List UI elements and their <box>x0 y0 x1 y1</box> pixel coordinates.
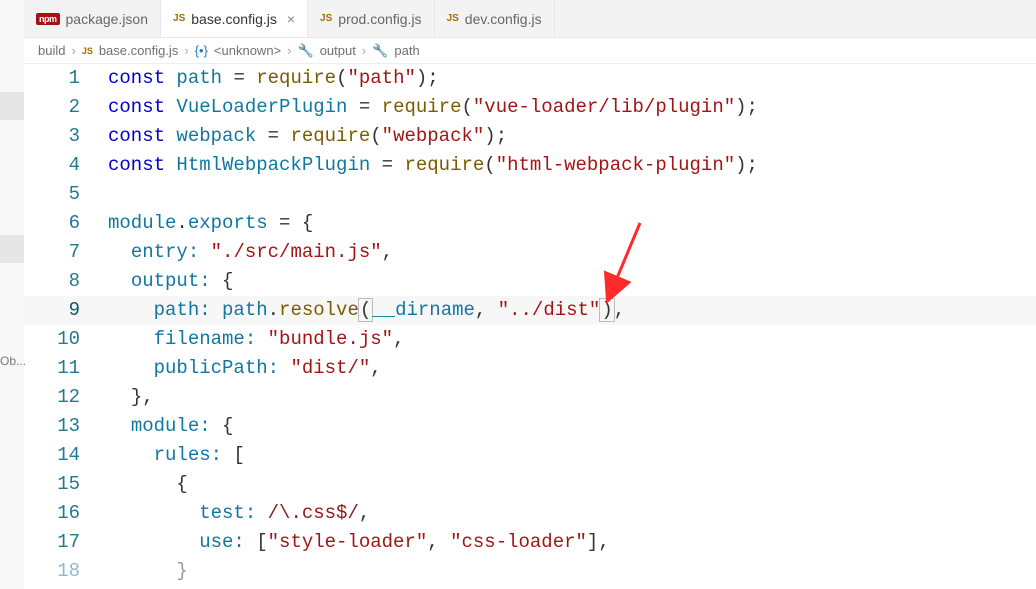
code-line[interactable]: 5 <box>24 180 1036 209</box>
code-line[interactable]: 15 { <box>24 470 1036 499</box>
line-number: 11 <box>24 354 108 383</box>
code-line[interactable]: 18 } <box>24 557 1036 586</box>
tab-label: base.config.js <box>191 11 277 27</box>
line-number: 3 <box>24 122 108 151</box>
activity-bar <box>0 0 24 589</box>
line-number: 1 <box>24 64 108 93</box>
line-number: 8 <box>24 267 108 296</box>
close-icon[interactable]: × <box>287 11 295 27</box>
line-number: 15 <box>24 470 108 499</box>
chevron-right-icon: › <box>362 43 366 58</box>
npm-icon: npm <box>36 13 60 25</box>
code-line[interactable]: 12 }, <box>24 383 1036 412</box>
breadcrumb[interactable]: build › JS base.config.js › {•} <unknown… <box>24 38 1036 64</box>
tab-base-config[interactable]: JS base.config.js × <box>161 0 308 37</box>
js-icon: JS <box>173 13 185 24</box>
line-number: 10 <box>24 325 108 354</box>
wrench-icon: 🔧 <box>372 43 388 59</box>
tab-prod-config[interactable]: JS prod.config.js <box>308 0 435 37</box>
code-line[interactable]: 3 const webpack = require("webpack"); <box>24 122 1036 151</box>
code-line[interactable]: 6 module.exports = { <box>24 209 1036 238</box>
chevron-right-icon: › <box>287 43 291 58</box>
line-number: 12 <box>24 383 108 412</box>
js-icon: JS <box>447 13 459 24</box>
left-mark <box>0 235 24 263</box>
code-line[interactable]: 16 test: /\.css$/, <box>24 499 1036 528</box>
breadcrumb-prop[interactable]: path <box>394 43 419 58</box>
code-line[interactable]: 14 rules: [ <box>24 441 1036 470</box>
line-number: 9 <box>24 296 108 325</box>
line-number: 4 <box>24 151 108 180</box>
code-line[interactable]: 1 const path = require("path"); <box>24 64 1036 93</box>
tab-label: prod.config.js <box>338 11 421 27</box>
tab-dev-config[interactable]: JS dev.config.js <box>435 0 555 37</box>
code-line[interactable]: 10 filename: "bundle.js", <box>24 325 1036 354</box>
code-line[interactable]: 4 const HtmlWebpackPlugin = require("htm… <box>24 151 1036 180</box>
namespace-icon: {•} <box>195 43 208 58</box>
tab-package-json[interactable]: npm package.json <box>24 0 161 37</box>
line-number: 5 <box>24 180 108 209</box>
bracket-highlight: ) <box>599 298 614 322</box>
wrench-icon: 🔧 <box>298 43 314 59</box>
js-icon: JS <box>320 13 332 24</box>
line-number: 2 <box>24 93 108 122</box>
code-line[interactable]: 11 publicPath: "dist/", <box>24 354 1036 383</box>
line-number: 14 <box>24 441 108 470</box>
tab-label: dev.config.js <box>465 11 542 27</box>
line-number: 17 <box>24 528 108 557</box>
code-line[interactable]: 8 output: { <box>24 267 1036 296</box>
bracket-highlight: ( <box>358 298 373 322</box>
code-line[interactable]: 2 const VueLoaderPlugin = require("vue-l… <box>24 93 1036 122</box>
sidebar-label: Ob... <box>0 354 26 368</box>
code-line[interactable]: 7 entry: "./src/main.js", <box>24 238 1036 267</box>
chevron-right-icon: › <box>71 43 75 58</box>
tab-label: package.json <box>66 11 149 27</box>
breadcrumb-namespace[interactable]: <unknown> <box>214 43 281 58</box>
code-line[interactable]: 13 module: { <box>24 412 1036 441</box>
left-mark <box>0 92 24 120</box>
line-number: 16 <box>24 499 108 528</box>
line-number: 18 <box>24 557 108 586</box>
breadcrumb-prop[interactable]: output <box>320 43 356 58</box>
line-number: 6 <box>24 209 108 238</box>
code-line[interactable]: 17 use: ["style-loader", "css-loader"], <box>24 528 1036 557</box>
js-icon: JS <box>82 46 93 56</box>
code-line[interactable]: 9 path: path.resolve(__dirname, "../dist… <box>24 296 1036 325</box>
line-number: 7 <box>24 238 108 267</box>
editor-tabs: npm package.json JS base.config.js × JS … <box>24 0 1036 38</box>
chevron-right-icon: › <box>184 43 188 58</box>
line-number: 13 <box>24 412 108 441</box>
code-editor[interactable]: 1 const path = require("path"); 2 const … <box>24 64 1036 586</box>
breadcrumb-file[interactable]: base.config.js <box>99 43 179 58</box>
breadcrumb-folder[interactable]: build <box>38 43 65 58</box>
